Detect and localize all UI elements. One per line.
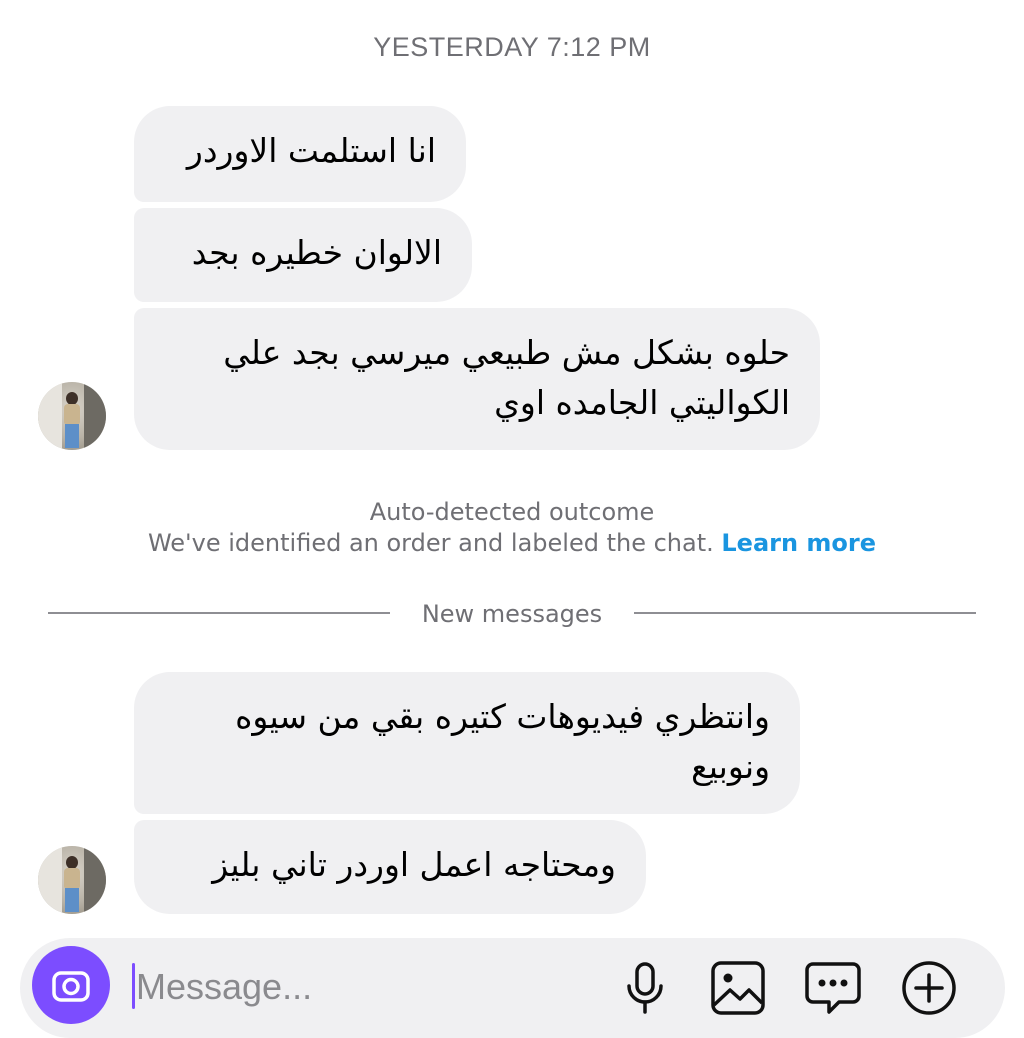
timestamp: YESTERDAY 7:12 PM xyxy=(373,32,651,62)
message-bubble[interactable]: الالوان خطيره بجد xyxy=(134,208,472,302)
message-text: حلوه بشكل مش طبيعي ميرسي بجد علي xyxy=(223,333,790,372)
sticker-icon xyxy=(805,962,861,1014)
new-messages-divider: New messages xyxy=(421,600,603,628)
avatar[interactable] xyxy=(38,846,106,914)
message-bubble[interactable]: انا استلمت الاوردر xyxy=(134,106,466,202)
divider-line xyxy=(634,612,976,614)
gallery-button[interactable] xyxy=(708,958,768,1018)
message-bubble[interactable]: حلوه بشكل مش طبيعي ميرسي بجد علي الكوالي… xyxy=(134,308,820,450)
avatar[interactable] xyxy=(38,382,106,450)
message-bubble[interactable]: ومحتاجه اعمل اوردر تاني بليز xyxy=(134,820,646,914)
divider-line xyxy=(48,612,390,614)
notice-body: We've identified an order and labeled th… xyxy=(0,529,1024,557)
sticker-button[interactable] xyxy=(803,958,863,1018)
message-text: ونوبيع xyxy=(691,747,770,786)
camera-button[interactable] xyxy=(32,946,110,1024)
microphone-button[interactable] xyxy=(615,958,675,1018)
learn-more-link[interactable]: Learn more xyxy=(721,529,876,557)
image-icon xyxy=(711,961,765,1015)
camera-icon xyxy=(52,971,90,1002)
message-text: ومحتاجه اعمل اوردر تاني بليز xyxy=(212,845,616,884)
microphone-icon xyxy=(627,962,663,1014)
message-input[interactable] xyxy=(136,958,596,1016)
message-text: الكواليتي الجامده اوي xyxy=(494,383,790,422)
message-text: انا استلمت الاوردر xyxy=(186,131,436,170)
message-bubble[interactable]: وانتظري فيديوهات كتيره بقي من سيوه ونوبي… xyxy=(134,672,800,814)
text-cursor xyxy=(132,963,135,1009)
message-text: وانتظري فيديوهات كتيره بقي من سيوه xyxy=(235,697,770,736)
add-button[interactable] xyxy=(899,958,959,1018)
notice-title: Auto-detected outcome xyxy=(369,498,655,526)
message-text: الالوان خطيره بجد xyxy=(191,233,442,272)
plus-icon xyxy=(902,961,956,1015)
notice-text: We've identified an order and labeled th… xyxy=(147,529,714,557)
